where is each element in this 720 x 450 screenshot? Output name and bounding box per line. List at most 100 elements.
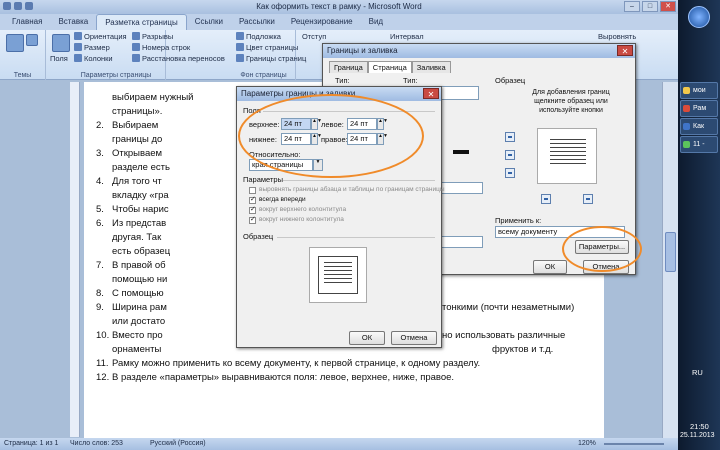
maximize-button[interactable]: □ [642,1,658,12]
line-sample [453,150,469,154]
bottom-border-button[interactable] [505,168,515,178]
left-border-button[interactable] [541,194,551,204]
surround-header-checkbox[interactable] [249,205,256,214]
quick-access-toolbar [3,2,33,10]
save-icon[interactable] [14,2,22,10]
status-bar: Страница: 1 из 1 Число слов: 253 Русский… [0,438,678,450]
breaks-button[interactable]: Разрывы [132,32,173,41]
surround-footer-checkbox[interactable] [249,215,256,224]
close-button[interactable]: ✕ [660,1,676,12]
align-button[interactable]: Выровнять [598,32,636,41]
surround-footer-label: вокруг нижнего колонтитула [259,216,344,223]
doc-line: другая. Так [112,232,162,243]
taskbar-item[interactable]: Как [680,118,718,135]
tab-page-layout[interactable]: Разметка страницы [96,14,187,30]
taskbar-item[interactable]: Рам [680,100,718,117]
page-count[interactable]: Страница: 1 из 1 [4,438,58,450]
doc-line: есть образец [112,246,171,257]
margins-label[interactable]: Поля [50,54,68,63]
type-label: Тип: [335,76,350,85]
middle-border-button[interactable] [505,150,515,160]
tab-mailings[interactable]: Рассылки [231,14,283,30]
doc-line: вкладку «гра [112,190,169,201]
align-borders-label: выровнять границы абзаца и таблицы по гр… [259,186,445,193]
hyphenation-button[interactable]: Расстановка переносов [132,54,225,63]
doc-line: или достато [112,316,166,327]
columns-button[interactable]: Колонки [74,54,113,63]
themes-group: Темы [0,30,46,80]
taskbar-item[interactable]: 11 - [680,136,718,153]
top-border-button[interactable] [505,132,515,142]
borders-dialog-close[interactable]: ✕ [617,45,633,56]
tab-home[interactable]: Главная [4,14,50,30]
tab-border[interactable]: Граница [329,61,368,73]
orientation-button[interactable]: Ориентация [74,32,127,41]
vertical-scrollbar[interactable] [662,82,678,438]
border-preview[interactable] [537,128,597,184]
doc-line: границы до [112,134,163,145]
doc-line: страницы». [112,106,163,117]
page-setup-group: Поля Ориентация Размер Колонки Разрывы Н… [46,30,225,80]
word-count[interactable]: Число слов: 253 [70,438,123,450]
input-language[interactable]: RU [692,368,703,377]
clock-time[interactable]: 21:50 [690,422,709,431]
indent-label: Отступ [302,32,327,41]
zoom-slider[interactable] [604,443,664,445]
borders-ok-button[interactable]: ОК [533,260,567,274]
params-label: Параметры [243,175,283,184]
params-separator [283,180,435,181]
sample-separator [277,237,435,238]
size-button[interactable]: Размер [74,43,110,52]
minimize-button[interactable]: – [624,1,640,12]
page-borders-button[interactable]: Границы страниц [236,54,306,63]
zoom-level[interactable]: 120% [578,438,596,450]
tab-insert[interactable]: Вставка [50,14,96,30]
highlight-oval-fields [238,94,424,178]
line-numbers-button[interactable]: Номера строк [132,43,190,52]
doc-line: 7. В правой об [96,260,166,271]
tab-references[interactable]: Ссылки [187,14,231,30]
doc-line: 9. Ширина рам [96,302,167,313]
params-cancel-button[interactable]: Отмена [391,331,437,345]
margins-icon[interactable] [52,34,70,52]
doc-line: 12. В разделе «параметры» выравниваются п… [96,372,455,383]
always-front-checkbox[interactable] [249,195,256,204]
start-button-icon[interactable] [688,6,710,28]
tab-page-border[interactable]: Страница [367,61,412,73]
apply-to-label: Применить к: [495,216,542,225]
right-border-button[interactable] [583,194,593,204]
surround-header-label: вокруг верхнего колонтитула [259,206,347,213]
page-setup-label: Параметры страницы [80,72,152,79]
sample-hint: Для добавления границ щелкните образец и… [532,89,610,114]
taskbar-item[interactable]: мои [680,82,718,99]
doc-line: орнаменты [112,344,162,355]
borders-tabs: Граница Страница Заливка [329,61,451,73]
always-front-label: всегда впереди [259,196,306,203]
doc-line: разделе есть [112,162,170,173]
doc-line: 8. С помощью [96,288,164,299]
watermark-button[interactable]: Подложка [236,32,281,41]
theme-colors-icon[interactable] [26,34,38,46]
page-background-group: Подложка Цвет страницы Границы страниц Ф… [232,30,306,80]
highlight-oval-params [562,226,642,272]
spacing-label: Интервал [390,32,424,41]
ribbon-tabs: Главная Вставка Разметка страницы Ссылки… [0,14,678,30]
doc-line: выбираем нужный [112,92,194,103]
tab-shading[interactable]: Заливка [411,61,451,73]
align-borders-checkbox[interactable] [249,187,256,194]
page-color-button[interactable]: Цвет страницы [236,43,298,52]
undo-icon[interactable] [25,2,33,10]
scroll-thumb[interactable] [665,232,676,272]
tab-review[interactable]: Рецензирование [283,14,361,30]
title-bar: Как оформить текст в рамку - Microsoft W… [0,0,678,14]
clock-date[interactable]: 25.11.2013 [680,432,715,439]
office-button-icon[interactable] [3,2,11,10]
params-ok-button[interactable]: ОК [349,331,385,345]
taskbar: мои Рам Как 11 - RU 21:50 25.11.2013 [678,0,720,450]
borders-dialog-title: Границы и заливка ✕ [323,44,635,58]
language[interactable]: Русский (Россия) [150,438,206,450]
tab-view[interactable]: Вид [361,14,391,30]
window-title: Как оформить текст в рамку - Microsoft W… [256,2,422,11]
params-dialog-close[interactable]: ✕ [423,88,439,99]
themes-icon[interactable] [6,34,24,52]
